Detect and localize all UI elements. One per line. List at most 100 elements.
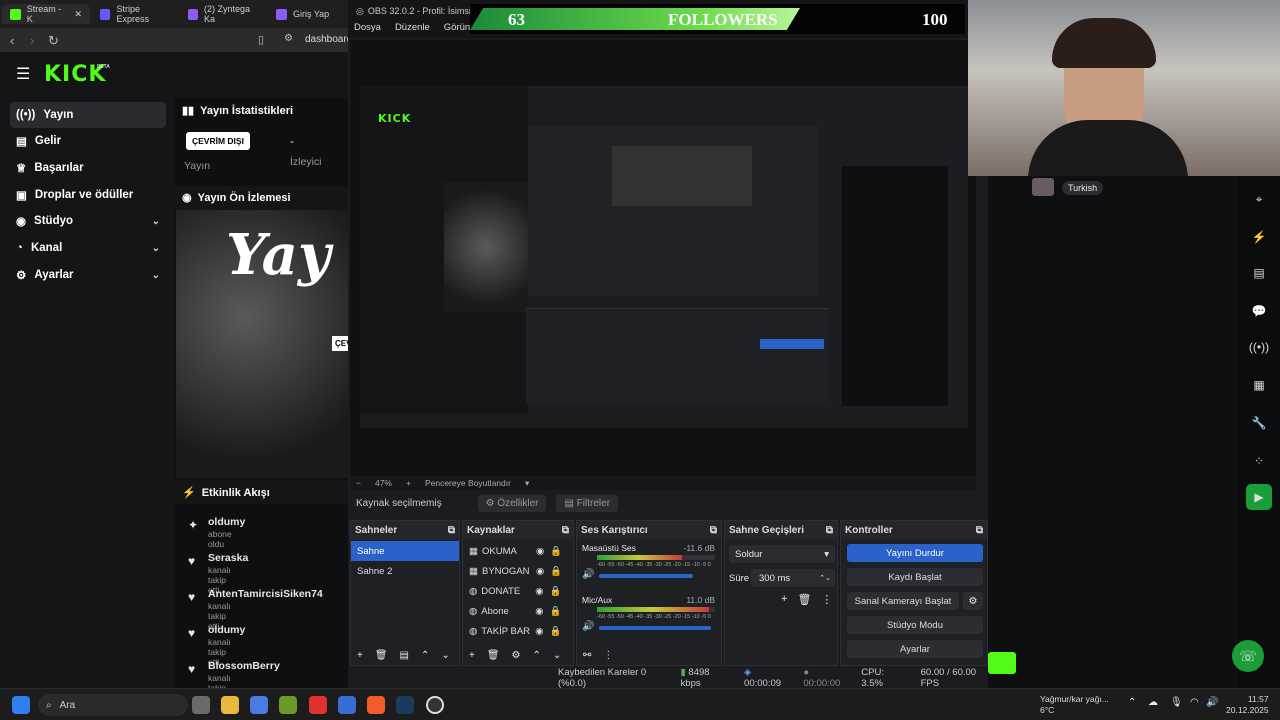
stepper-icon[interactable]: ⌃⌄: [819, 574, 831, 582]
menu-icon[interactable]: ☰: [16, 64, 30, 84]
chat-icon[interactable]: 💬: [1246, 298, 1272, 324]
tab-stripe[interactable]: Stripe Express: [92, 4, 180, 24]
more-icon[interactable]: ⋮: [603, 650, 613, 661]
onedrive-icon[interactable]: ☁: [1148, 697, 1158, 708]
menu-dosya[interactable]: Dosya: [354, 22, 381, 38]
layout-icon[interactable]: ▦: [1246, 372, 1272, 398]
obs-taskbar-icon[interactable]: [426, 696, 444, 714]
nvidia-icon[interactable]: [279, 696, 297, 714]
steam-icon[interactable]: [396, 696, 414, 714]
source-item[interactable]: ◍ Abone ◉ 🔒: [463, 601, 573, 621]
source-item[interactable]: ▦ OKUMA ◉ 🔒: [463, 541, 573, 561]
virtual-camera-settings-icon[interactable]: ⚙: [963, 592, 983, 610]
add-icon[interactable]: +: [469, 650, 475, 661]
bookmark-icon[interactable]: ▯: [258, 33, 264, 46]
tab-zyntega[interactable]: (2) Zyntega Ka: [180, 4, 266, 24]
source-item[interactable]: ◍ TAKİP BAR ◉ 🔒: [463, 621, 573, 641]
lock-icon[interactable]: 🔒: [550, 586, 562, 597]
eye-icon[interactable]: ◉: [536, 566, 544, 577]
speaker-icon[interactable]: 🔊: [582, 569, 594, 580]
file-explorer-icon[interactable]: [221, 696, 239, 714]
add-icon[interactable]: +: [357, 650, 363, 661]
trash-icon[interactable]: 🗑: [487, 650, 500, 661]
trash-icon[interactable]: 🗑: [375, 650, 388, 661]
volume-icon[interactable]: 🔊: [1206, 697, 1218, 708]
stream-preview[interactable]: Yay ÇEV: [176, 210, 355, 478]
tab-stream[interactable]: Stream - K ✕: [2, 4, 90, 24]
chat-send-button[interactable]: [988, 652, 1016, 674]
lock-icon[interactable]: 🔒: [550, 546, 562, 557]
eye-icon[interactable]: ◉: [535, 626, 543, 637]
start-icon[interactable]: [12, 696, 30, 714]
speaker-icon[interactable]: 🔊: [582, 621, 594, 632]
sidebar-item-basarilar[interactable]: ♕ Başarılar: [10, 155, 166, 181]
store-icon[interactable]: [250, 696, 268, 714]
filter-icon[interactable]: ▤: [400, 650, 409, 661]
start-virtual-camera-button[interactable]: Sanal Kamerayı Başlat: [847, 592, 959, 610]
down-icon[interactable]: ⌄: [441, 650, 449, 661]
tab-giris[interactable]: Giriş Yap: [268, 4, 346, 24]
undock-icon[interactable]: ⧉: [976, 525, 983, 536]
start-recording-button[interactable]: Kaydı Başlat: [847, 568, 983, 586]
properties-button[interactable]: ⚙ Özellikler: [477, 494, 547, 512]
studio-mode-button[interactable]: Stüdyo Modu: [847, 616, 983, 634]
link-icon[interactable]: ⚯: [583, 650, 591, 661]
broadcast-icon[interactable]: ((•)): [1246, 334, 1272, 360]
source-item[interactable]: ◍ DONATE ◉ 🔒: [463, 581, 573, 601]
back-icon[interactable]: ‹: [10, 33, 14, 48]
clock[interactable]: 11:57 20.12.2025: [1226, 694, 1269, 716]
forward-icon[interactable]: ›: [30, 33, 34, 48]
down-icon[interactable]: ⌄: [553, 650, 561, 661]
lock-icon[interactable]: 🔒: [550, 606, 562, 617]
trash-icon[interactable]: 🗑: [797, 593, 811, 606]
wifi-icon[interactable]: ◠: [1190, 697, 1199, 708]
document-icon[interactable]: ▤: [1246, 260, 1272, 286]
zoom-in-icon[interactable]: +: [406, 478, 411, 488]
scale-mode-select[interactable]: Pencereye Boyutlandır: [425, 478, 511, 488]
transition-select[interactable]: Soldur ▾: [729, 545, 835, 563]
taskbar-search[interactable]: ⌕ Ara: [38, 694, 188, 716]
brave-icon[interactable]: [367, 696, 385, 714]
site-info-icon[interactable]: ⚙: [284, 33, 293, 44]
help-chat-icon[interactable]: ☏: [1232, 640, 1264, 672]
url-text[interactable]: dashboard: [305, 34, 352, 45]
reload-icon[interactable]: ↻: [48, 33, 59, 49]
sidebar-item-kanal[interactable]: ◔ Kanal ⌄: [10, 235, 166, 261]
undock-icon[interactable]: ⧉: [710, 525, 717, 536]
sidebar-item-gelir[interactable]: ▤ Gelir: [10, 128, 166, 154]
stop-streaming-button[interactable]: Yayını Durdur: [847, 544, 983, 562]
mic-icon[interactable]: 🎙: [1170, 697, 1183, 708]
lock-icon[interactable]: 🔒: [550, 566, 562, 577]
weather-widget[interactable]: Yağmur/kar yağı... 6°C: [1026, 694, 1109, 716]
eye-icon[interactable]: ◉: [536, 546, 544, 557]
outlook-icon[interactable]: [338, 696, 356, 714]
source-item[interactable]: ▦ BYNOGAN ◉ 🔒: [463, 561, 573, 581]
up-icon[interactable]: ⌃: [533, 650, 541, 661]
add-icon[interactable]: +: [781, 593, 787, 606]
undock-icon[interactable]: ⧉: [826, 525, 833, 536]
wps-icon[interactable]: [309, 696, 327, 714]
gear-icon[interactable]: ⚙: [512, 650, 521, 661]
eye-icon[interactable]: ◉: [535, 586, 543, 597]
scene-item[interactable]: Sahne: [351, 541, 459, 561]
volume-slider[interactable]: [599, 626, 711, 630]
sidebar-item-ayarlar[interactable]: ⚙ Ayarlar ⌄: [10, 262, 166, 288]
up-icon[interactable]: ⌃: [421, 650, 429, 661]
clapper-icon[interactable]: ▶: [1246, 484, 1272, 510]
undock-icon[interactable]: ⧉: [448, 525, 455, 536]
menu-duzenle[interactable]: Düzenle: [395, 22, 430, 38]
close-icon[interactable]: ✕: [74, 9, 82, 20]
volume-slider[interactable]: [599, 574, 693, 578]
scene-item[interactable]: Sahne 2: [351, 561, 459, 581]
zoom-out-icon[interactable]: −: [356, 478, 361, 488]
tray-chevron-icon[interactable]: ⌃: [1128, 697, 1136, 708]
more-icon[interactable]: ⋮: [821, 593, 832, 606]
settings-button[interactable]: Ayarlar: [847, 640, 983, 658]
filters-button[interactable]: ▤ Filtreler: [556, 494, 619, 512]
sidebar-item-yayin[interactable]: ((•)) Yayın: [10, 102, 166, 128]
dots-icon[interactable]: ⁘: [1246, 448, 1272, 474]
wrench-icon[interactable]: 🔧: [1246, 410, 1272, 436]
eye-icon[interactable]: ◉: [535, 606, 543, 617]
lightning-icon[interactable]: ⚡: [1246, 224, 1272, 250]
lock-icon[interactable]: 🔒: [550, 626, 562, 637]
